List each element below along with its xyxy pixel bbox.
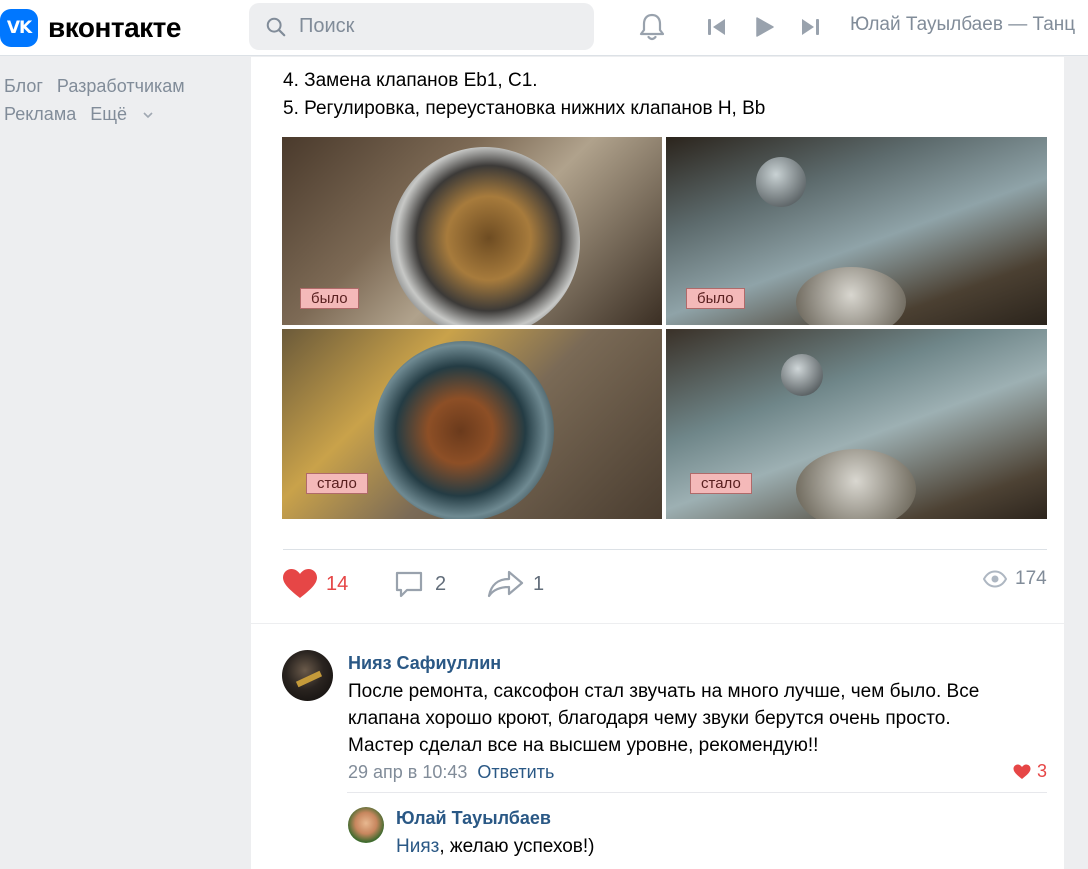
share-arrow-icon (487, 570, 524, 598)
comment-text: После ремонта, саксофон стал звучать на … (348, 678, 979, 759)
chevron-down-icon (143, 112, 153, 119)
eye-icon (983, 570, 1007, 588)
comments-section: Нияз Сафиуллин После ремонта, саксофон с… (251, 624, 1064, 869)
sidebar-link-more[interactable]: Ещё (90, 104, 153, 124)
like-button[interactable]: 14 (282, 568, 348, 600)
search-input[interactable] (299, 15, 579, 38)
comment-author[interactable]: Юлай Тауылбаев (396, 808, 551, 829)
photo-label: стало (306, 473, 368, 494)
comment-like-button[interactable]: 3 (1013, 761, 1047, 782)
photo-label: стало (690, 473, 752, 494)
share-count: 1 (533, 572, 545, 595)
sidebar-link-ads[interactable]: Реклама (4, 104, 76, 124)
sidebar-link-more-label: Ещё (90, 104, 128, 124)
share-button[interactable]: 1 (487, 568, 544, 600)
play-icon[interactable] (752, 15, 776, 39)
comment-text-line: После ремонта, саксофон стал звучать на … (348, 681, 980, 702)
photo-label: было (686, 288, 745, 309)
like-count: 14 (326, 572, 349, 595)
post-divider (283, 549, 1047, 550)
post-photo[interactable]: стало (666, 329, 1047, 519)
comment-text-line: Мастер сделал все на высшем уровне, реко… (348, 735, 819, 756)
comment-meta: 29 апр в 10:43 Ответить (348, 762, 554, 783)
comment-text-body: , желаю успехов!) (439, 836, 595, 857)
views-count: 174 (1015, 568, 1047, 589)
next-track-icon[interactable] (798, 15, 822, 39)
comment-author[interactable]: Нияз Сафиуллин (348, 653, 501, 674)
views-counter: 174 (983, 568, 1047, 590)
photo-label: было (300, 288, 359, 309)
comment-text-line: клапана хорошо кроют, благодаря чему зву… (348, 708, 951, 729)
post-photo[interactable]: стало (282, 329, 662, 519)
post-card: 4. Замена клапанов Eb1, C1. 5. Регулиров… (251, 57, 1064, 623)
avatar[interactable] (348, 807, 384, 843)
sidebar-footer-links: Блог Разработчикам Реклама Ещё (4, 72, 199, 128)
sidebar-link-developers[interactable]: Разработчикам (57, 76, 185, 96)
vk-logo[interactable]: VK вконтакте (0, 8, 181, 48)
post-photo[interactable]: было (282, 137, 662, 325)
now-playing-track[interactable]: Юлай Тауылбаев — Танц (850, 14, 1075, 36)
comment-icon (395, 571, 423, 598)
post-photo[interactable]: было (666, 137, 1047, 325)
comment-date[interactable]: 29 апр в 10:43 (348, 762, 467, 782)
notifications-bell-icon[interactable] (636, 11, 668, 43)
post-text-line: 5. Регулировка, переустановка нижних кла… (283, 98, 766, 119)
comment-text: Нияз, желаю успехов!) (396, 833, 595, 860)
heart-filled-icon (1013, 764, 1031, 779)
avatar[interactable] (282, 650, 333, 701)
previous-track-icon[interactable] (705, 15, 729, 39)
post-photo-grid: было было стало стало (282, 137, 1047, 519)
comment-like-count: 3 (1037, 761, 1048, 781)
reply-button[interactable]: Ответить (477, 762, 554, 782)
heart-filled-icon (283, 569, 317, 598)
post-text-line: 4. Замена клапанов Eb1, C1. (283, 70, 538, 91)
top-bar: VK вконтакте Юлай Тауылбаев — Танц (0, 0, 1088, 56)
comment-divider (347, 792, 1047, 793)
comment-button[interactable]: 2 (393, 568, 446, 600)
sidebar-link-blog[interactable]: Блог (4, 76, 43, 96)
comment-count: 2 (435, 572, 447, 595)
mention-link[interactable]: Нияз (396, 836, 439, 857)
search-box[interactable] (249, 3, 594, 50)
search-icon (266, 17, 286, 36)
vk-logo-badge: VK (0, 9, 38, 47)
vk-logo-text: вконтакте (48, 12, 181, 43)
